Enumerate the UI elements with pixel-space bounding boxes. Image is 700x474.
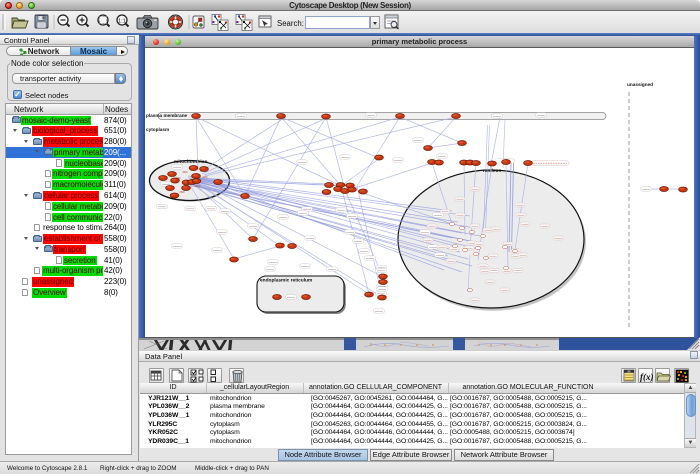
svg-text:plasma membrane: plasma membrane (146, 113, 188, 118)
svg-text:unassigned: unassigned (627, 82, 653, 87)
svg-text:cytoplasm: cytoplasm (146, 127, 169, 132)
svg-text:mitochondrion: mitochondrion (174, 159, 208, 165)
svg-text:endoplasmic reticulum: endoplasmic reticulum (260, 278, 312, 284)
svg-text:1:1: 1:1 (118, 18, 126, 24)
